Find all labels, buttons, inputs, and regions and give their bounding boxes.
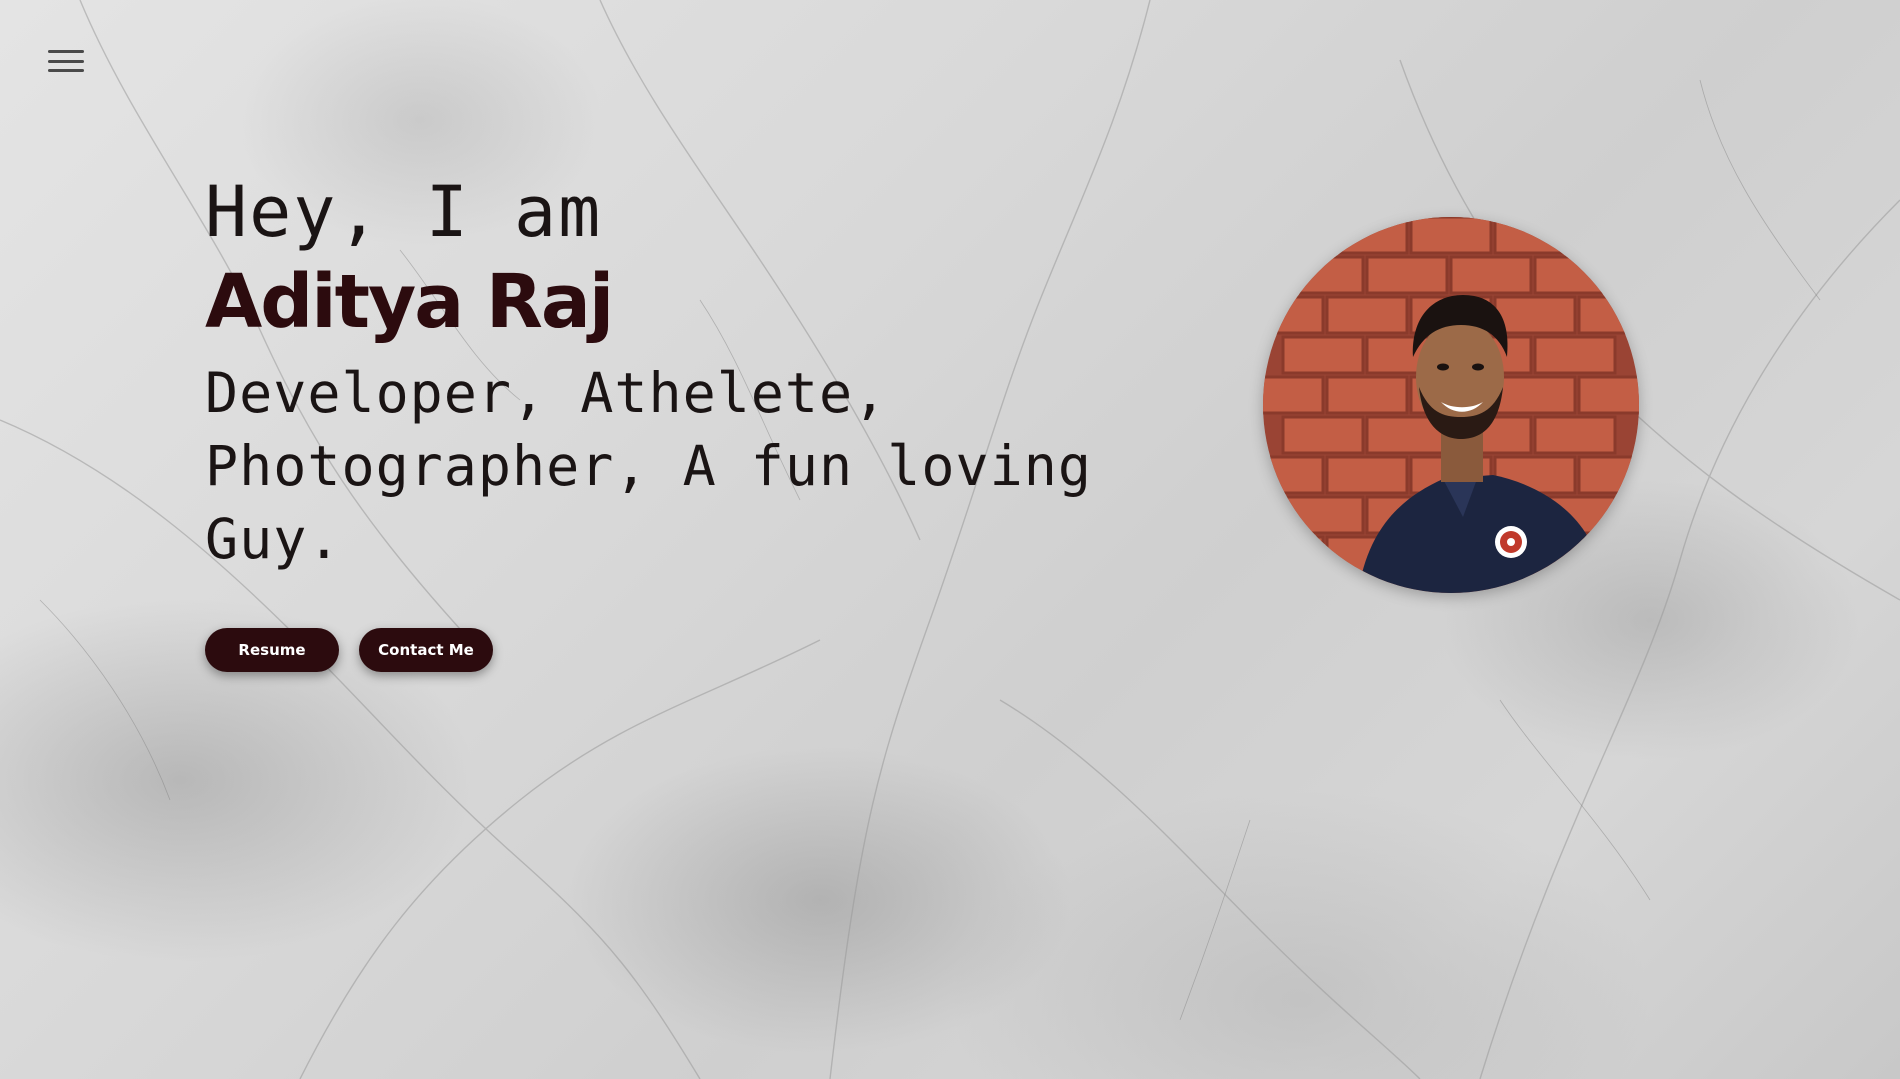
hero-section: Hey, I am Aditya Raj Developer, Athelete… (205, 170, 1165, 673)
hero-name: Aditya Raj (205, 259, 614, 345)
hero-actions: Resume Contact Me (205, 628, 1165, 673)
hamburger-menu-icon[interactable] (48, 48, 84, 74)
hero-tagline: Developer, Athelete, Photographer, A fun… (205, 361, 1092, 572)
menu-bar-bottom (48, 69, 84, 72)
greeting-text: Hey, I am (205, 171, 603, 253)
menu-bar-top (48, 50, 84, 53)
contact-me-button[interactable]: Contact Me (359, 628, 493, 673)
menu-bar-middle (48, 59, 84, 63)
resume-button[interactable]: Resume (205, 628, 339, 673)
profile-photo-illustration (1263, 217, 1639, 593)
profile-photo (1263, 217, 1639, 593)
